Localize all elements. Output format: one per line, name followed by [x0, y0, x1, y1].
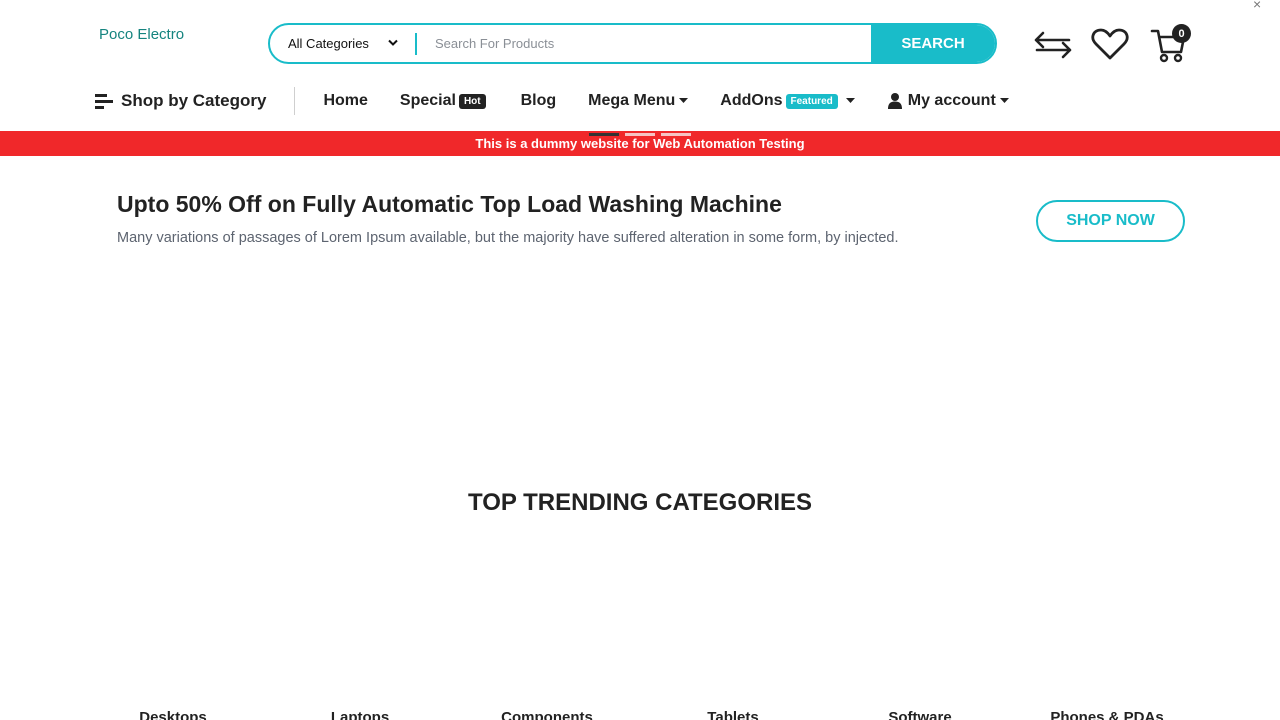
chevron-down-icon: [388, 39, 398, 46]
search-button[interactable]: SEARCH: [871, 25, 995, 62]
category-link[interactable]: Tablets: [707, 709, 758, 720]
category-link[interactable]: Desktops: [139, 709, 207, 720]
category-select-value: All Categories: [288, 36, 369, 51]
slider-dot[interactable]: [589, 133, 619, 136]
hot-badge: Hot: [458, 93, 486, 109]
category-link[interactable]: Phones & PDAs: [1050, 709, 1163, 720]
search-input[interactable]: [417, 25, 871, 62]
user-icon: [887, 93, 902, 109]
nav-my-account[interactable]: My account: [887, 92, 1009, 110]
nav-divider: [294, 87, 296, 115]
trending-categories: Desktops Laptops Components Tablets Soft…: [0, 709, 1280, 720]
close-icon[interactable]: ×: [1253, 0, 1261, 12]
trending-title: TOP TRENDING CATEGORIES: [467, 489, 813, 516]
nav-mega-menu-label: Mega Menu: [588, 92, 676, 109]
slider-dot[interactable]: [661, 133, 691, 136]
compare-icon[interactable]: [1034, 30, 1072, 60]
nav-mega-menu[interactable]: Mega Menu: [588, 92, 689, 110]
nav-special[interactable]: Special Hot: [400, 92, 486, 110]
nav-addons-label: AddOns: [720, 92, 783, 109]
site-logo[interactable]: Poco Electro: [99, 26, 184, 43]
menu-icon: [95, 93, 113, 109]
featured-badge: Featured: [785, 93, 838, 109]
nav-home[interactable]: Home: [323, 92, 367, 110]
hero-title: Upto 50% Off on Fully Automatic Top Load…: [117, 191, 782, 217]
heart-icon[interactable]: [1091, 27, 1129, 61]
nav-addons[interactable]: AddOns Featured: [720, 92, 855, 110]
caret-down-icon: [999, 98, 1009, 103]
main-nav: Shop by Category Home Special Hot Blog M…: [95, 87, 1009, 115]
slider-dot[interactable]: [625, 133, 655, 136]
category-link[interactable]: Software: [888, 709, 951, 720]
shop-by-category-button[interactable]: Shop by Category: [95, 91, 266, 111]
cart-count-badge: 0: [1172, 24, 1191, 43]
nav-my-account-label: My account: [907, 92, 996, 109]
slider-indicators: [589, 133, 691, 136]
nav-special-label: Special: [399, 92, 456, 109]
category-link[interactable]: Laptops: [331, 709, 389, 720]
search-bar: All Categories SEARCH: [268, 23, 997, 64]
caret-down-icon: [679, 98, 689, 103]
shop-by-category-label: Shop by Category: [121, 91, 267, 110]
caret-down-icon: [845, 98, 855, 103]
category-select[interactable]: All Categories: [270, 25, 417, 62]
category-link[interactable]: Components: [501, 709, 593, 720]
shop-now-button[interactable]: SHOP NOW: [1036, 200, 1185, 242]
hero-subtitle: Many variations of passages of Lorem Ips…: [117, 230, 899, 246]
nav-blog[interactable]: Blog: [521, 92, 557, 110]
